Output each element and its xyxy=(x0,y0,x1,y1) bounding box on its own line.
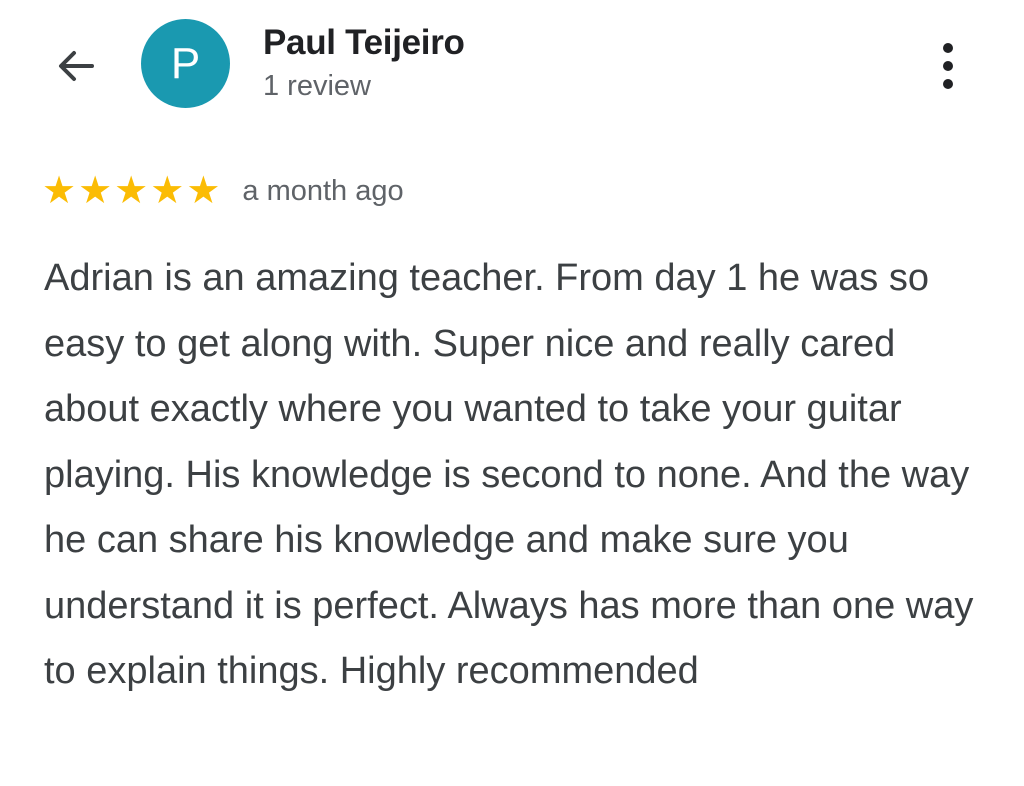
star-icon: ★ xyxy=(78,170,113,212)
star-icon: ★ xyxy=(114,170,149,212)
arrow-back-icon xyxy=(52,42,100,95)
avatar-letter: P xyxy=(170,38,201,88)
review-text: Adrian is an amazing teacher. From day 1… xyxy=(44,257,974,692)
avatar[interactable]: P xyxy=(141,19,230,108)
reviewer-name[interactable]: Paul Teijeiro xyxy=(263,23,465,63)
more-options-button[interactable] xyxy=(920,36,976,96)
star-icon: ★ xyxy=(150,170,185,212)
star-rating: ★ ★ ★ ★ ★ xyxy=(42,172,220,210)
rating-row: ★ ★ ★ ★ ★ a month ago xyxy=(42,172,404,210)
star-icon: ★ xyxy=(186,170,221,212)
review-time: a month ago xyxy=(242,174,404,207)
more-vertical-icon xyxy=(943,43,953,53)
star-icon: ★ xyxy=(42,170,77,212)
review-count: 1 review xyxy=(263,70,371,102)
back-button[interactable] xyxy=(48,40,104,96)
